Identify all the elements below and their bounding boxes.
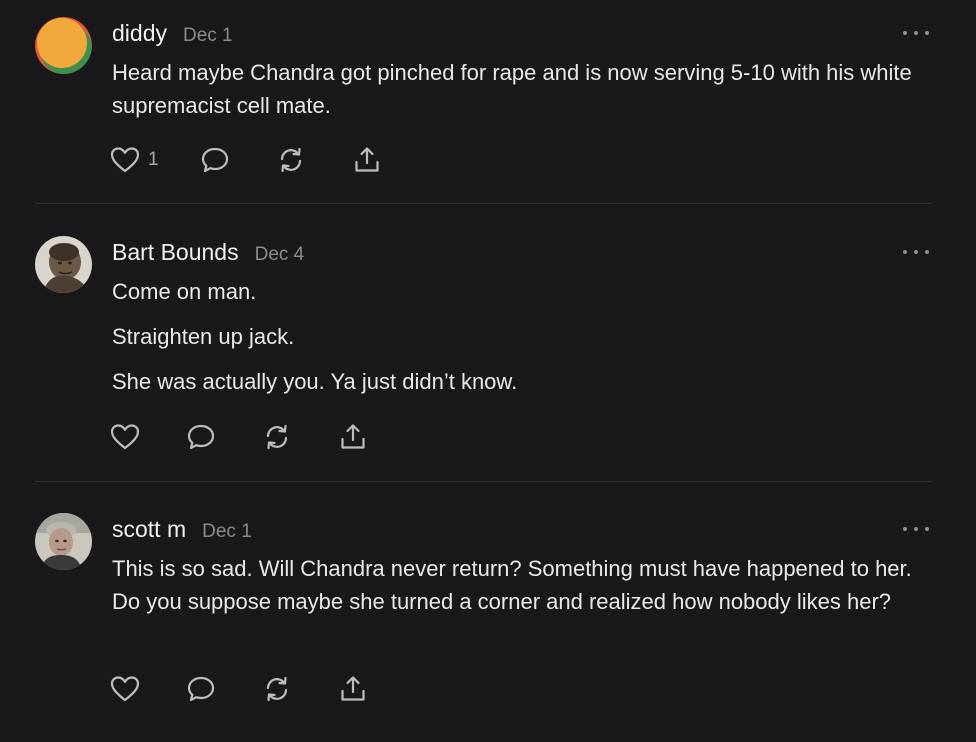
comment-meta: scott m Dec 1 (112, 516, 252, 543)
more-options-button[interactable] (903, 28, 929, 38)
reply-button[interactable] (186, 422, 216, 452)
avatar[interactable] (35, 17, 92, 74)
comment-text: Heard maybe Chandra got pinched for rape… (112, 60, 912, 118)
comment-body: Heard maybe Chandra got pinched for rape… (112, 56, 932, 122)
share-icon (355, 147, 379, 172)
author-name[interactable]: Bart Bounds (112, 239, 239, 266)
author-name[interactable]: diddy (112, 20, 167, 47)
reply-button[interactable] (200, 145, 230, 175)
heart-icon (110, 676, 140, 702)
comment-bubble-icon (201, 147, 229, 173)
share-button[interactable] (352, 145, 382, 175)
comment-date[interactable]: Dec 1 (202, 521, 252, 543)
comment-date[interactable]: Dec 4 (255, 244, 305, 266)
avatar[interactable] (35, 236, 92, 293)
like-count: 1 (148, 149, 159, 170)
comment-actions (110, 674, 410, 704)
share-button[interactable] (338, 422, 368, 452)
heart-icon (110, 424, 140, 450)
avatar-image (35, 513, 92, 570)
more-options-button[interactable] (903, 247, 929, 257)
comment-text: Straighten up jack. (112, 324, 295, 349)
comment-feed: diddy Dec 1 Heard maybe Chandra got pinc… (0, 0, 976, 742)
avatar[interactable] (35, 513, 92, 570)
more-horizontal-icon (903, 250, 907, 254)
like-button[interactable] (110, 422, 148, 452)
more-horizontal-icon (903, 527, 907, 531)
comment-meta: diddy Dec 1 (112, 20, 233, 47)
restack-icon (280, 147, 302, 173)
avatar-image (35, 17, 92, 74)
restack-button[interactable] (276, 145, 306, 175)
share-icon (341, 676, 365, 701)
comment-text: She was actually you. Ya just didn’t kno… (112, 369, 518, 394)
author-name[interactable]: scott m (112, 516, 186, 543)
comment-actions (110, 422, 410, 452)
comment-bubble-icon (187, 676, 215, 702)
restack-icon (266, 676, 288, 702)
comment-actions: 1 (110, 145, 410, 175)
like-button[interactable] (110, 674, 148, 704)
comment-body: Come on man. Straighten up jack. She was… (112, 275, 932, 398)
restack-button[interactable] (262, 422, 292, 452)
reply-button[interactable] (186, 674, 216, 704)
comment-bubble-icon (187, 424, 215, 450)
restack-button[interactable] (262, 674, 292, 704)
restack-icon (266, 424, 288, 450)
share-button[interactable] (338, 674, 368, 704)
comment-text: Come on man. (112, 279, 257, 304)
more-options-button[interactable] (903, 524, 929, 534)
comment-date[interactable]: Dec 1 (183, 25, 233, 47)
heart-icon (110, 147, 140, 173)
more-horizontal-icon (903, 31, 907, 35)
like-button[interactable]: 1 (110, 145, 159, 175)
comment-divider (35, 481, 932, 482)
avatar-image (35, 236, 92, 293)
comment-divider (35, 203, 932, 204)
comment-meta: Bart Bounds Dec 4 (112, 239, 304, 266)
comment-text: This is so sad. Will Chandra never retur… (112, 556, 912, 614)
comment-body: This is so sad. Will Chandra never retur… (112, 552, 932, 618)
share-icon (341, 424, 365, 449)
